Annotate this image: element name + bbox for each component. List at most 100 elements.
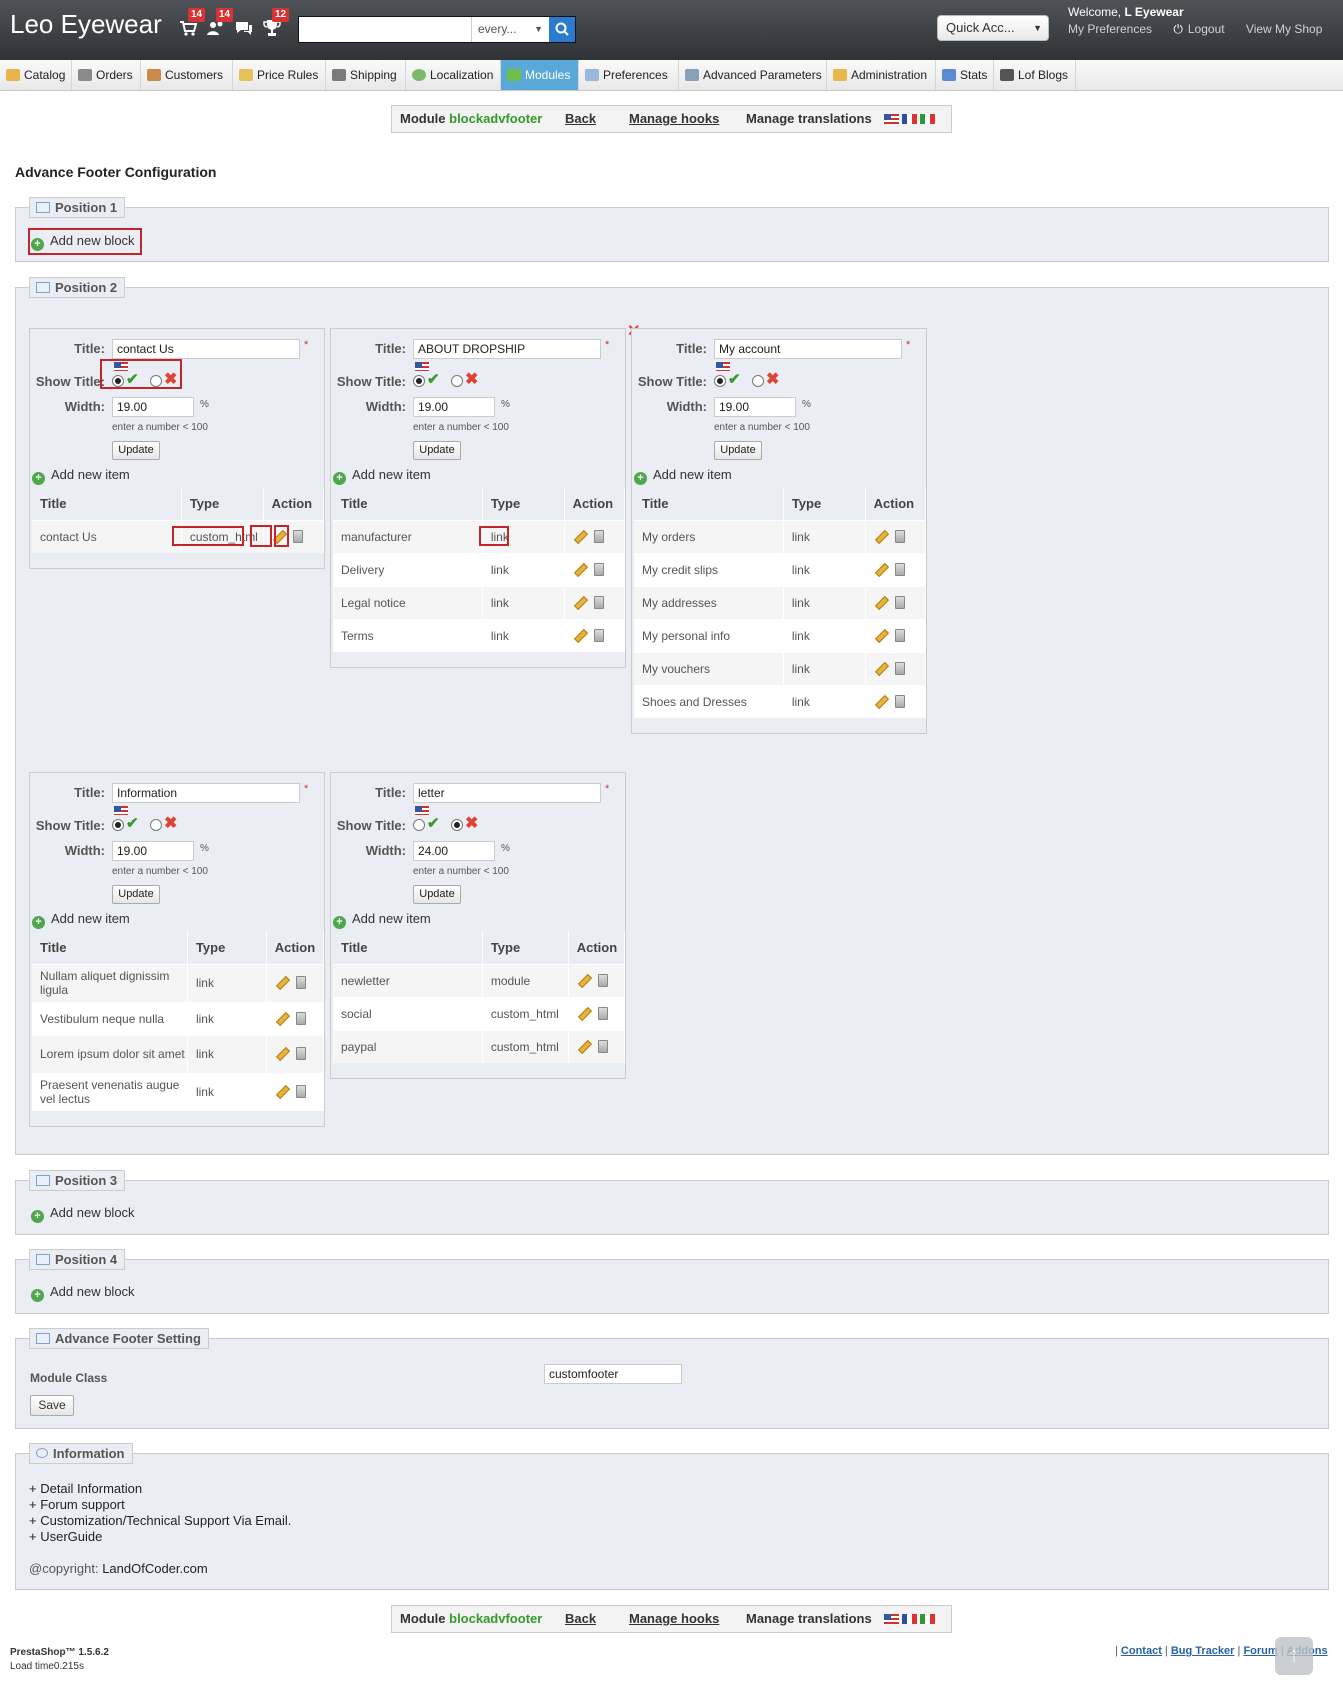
add-item-button[interactable]: + Add new item <box>32 911 130 929</box>
block-title-input[interactable]: contact Us <box>112 339 300 359</box>
trash-icon[interactable] <box>894 595 905 609</box>
edit-icon[interactable] <box>874 530 887 543</box>
forum-link[interactable]: Forum <box>1243 1645 1277 1657</box>
add-item-button[interactable]: + Add new item <box>634 467 732 485</box>
add-item-button[interactable]: + Add new item <box>32 467 130 485</box>
edit-icon[interactable] <box>874 596 887 609</box>
tab-administration[interactable]: Administration <box>827 60 936 90</box>
update-button[interactable]: Update <box>714 441 762 460</box>
block-width-input[interactable]: 19.00 <box>413 397 495 417</box>
edit-icon[interactable] <box>874 695 887 708</box>
add-block-button[interactable]: + Add new block <box>31 1284 135 1302</box>
trophy-notification[interactable]: 12 <box>262 8 290 40</box>
orders-notification[interactable]: 14 <box>178 8 206 40</box>
block-title-input[interactable]: ABOUT DROPSHIP <box>413 339 601 359</box>
block-title-input[interactable]: Information <box>112 783 300 803</box>
tab-orders[interactable]: Orders <box>72 60 141 90</box>
us-flag-icon[interactable] <box>884 114 899 124</box>
my-preferences-link[interactable]: My Preferences <box>1068 22 1152 36</box>
quick-access-select[interactable]: Quick Acc... ▼ <box>937 15 1049 41</box>
update-button[interactable]: Update <box>112 441 160 460</box>
info-userguide-link[interactable]: + UserGuide <box>29 1529 102 1544</box>
edit-icon[interactable] <box>874 662 887 675</box>
add-block-button[interactable]: + Add new block <box>31 1205 135 1223</box>
messages-notification[interactable] <box>234 18 256 40</box>
edit-icon[interactable] <box>275 1012 288 1025</box>
edit-icon[interactable] <box>275 1047 288 1060</box>
search-scope-select[interactable]: every... ▼ <box>471 17 548 42</box>
edit-icon[interactable] <box>874 563 887 576</box>
fr-flag-icon[interactable] <box>902 114 917 124</box>
tab-lof-blogs[interactable]: Lof Blogs <box>994 60 1076 90</box>
it-flag-icon[interactable] <box>920 114 935 124</box>
show-title-yes-radio[interactable] <box>112 819 124 831</box>
manage-hooks-link[interactable]: Manage hooks <box>629 1606 719 1632</box>
tab-advanced-parameters[interactable]: Advanced Parameters <box>679 60 827 90</box>
customers-notification[interactable]: 14 <box>206 8 234 40</box>
trash-icon[interactable] <box>295 1047 306 1060</box>
back-link[interactable]: Back <box>565 106 596 132</box>
tab-catalog[interactable]: Catalog <box>0 60 72 90</box>
contact-link[interactable]: Contact <box>1121 1645 1162 1657</box>
trash-icon[interactable] <box>593 595 604 609</box>
search-input[interactable] <box>299 17 471 42</box>
trash-icon[interactable] <box>292 529 303 543</box>
edit-icon[interactable] <box>577 974 590 987</box>
tab-price-rules[interactable]: Price Rules <box>233 60 326 90</box>
trash-icon[interactable] <box>593 628 604 642</box>
trash-icon[interactable] <box>894 628 905 642</box>
edit-icon[interactable] <box>573 629 586 642</box>
view-shop-link[interactable]: View My Shop <box>1246 22 1322 36</box>
edit-icon[interactable] <box>275 976 288 989</box>
info-support-link[interactable]: + Customization/Technical Support Via Em… <box>29 1513 291 1528</box>
manage-hooks-link[interactable]: Manage hooks <box>629 106 719 132</box>
edit-icon[interactable] <box>573 563 586 576</box>
trash-icon[interactable] <box>894 562 905 576</box>
bug-tracker-link[interactable]: Bug Tracker <box>1171 1645 1235 1657</box>
tab-shipping[interactable]: Shipping <box>326 60 406 90</box>
info-detail-link[interactable]: + Detail Information <box>29 1481 142 1496</box>
show-title-yes-radio[interactable] <box>413 819 425 831</box>
trash-icon[interactable] <box>295 976 306 989</box>
trash-icon[interactable] <box>894 661 905 675</box>
tab-modules[interactable]: Modules <box>501 60 579 90</box>
trash-icon[interactable] <box>894 529 905 543</box>
back-link[interactable]: Back <box>565 1606 596 1632</box>
search-button[interactable] <box>549 17 575 42</box>
block-title-input[interactable]: letter <box>413 783 601 803</box>
update-button[interactable]: Update <box>112 885 160 904</box>
trash-icon[interactable] <box>593 529 604 543</box>
edit-icon[interactable] <box>275 1085 288 1098</box>
it-flag-icon[interactable] <box>920 1614 935 1624</box>
block-width-input[interactable]: 24.00 <box>413 841 495 861</box>
trash-icon[interactable] <box>593 562 604 576</box>
block-width-input[interactable]: 19.00 <box>112 397 194 417</box>
logout-link[interactable]: ⏻ Logout <box>1173 22 1224 36</box>
tab-stats[interactable]: Stats <box>936 60 994 90</box>
trash-icon[interactable] <box>295 1085 306 1099</box>
trash-icon[interactable] <box>295 1011 306 1025</box>
fr-flag-icon[interactable] <box>902 1614 917 1624</box>
trash-icon[interactable] <box>597 973 608 987</box>
us-flag-icon[interactable] <box>884 1614 899 1624</box>
show-title-no-radio[interactable] <box>752 375 764 387</box>
show-title-no-radio[interactable] <box>451 375 463 387</box>
edit-icon[interactable] <box>874 629 887 642</box>
show-title-no-radio[interactable] <box>150 819 162 831</box>
show-title-no-radio[interactable] <box>451 819 463 831</box>
trash-icon[interactable] <box>597 1006 608 1020</box>
add-item-button[interactable]: + Add new item <box>333 911 431 929</box>
save-button[interactable]: Save <box>30 1395 74 1416</box>
update-button[interactable]: Update <box>413 441 461 460</box>
edit-icon[interactable] <box>573 530 586 543</box>
tab-preferences[interactable]: Preferences <box>579 60 679 90</box>
show-title-yes-radio[interactable] <box>413 375 425 387</box>
module-class-input[interactable]: customfooter <box>544 1364 682 1384</box>
add-item-button[interactable]: + Add new item <box>333 467 431 485</box>
block-width-input[interactable]: 19.00 <box>714 397 796 417</box>
show-title-yes-radio[interactable] <box>714 375 726 387</box>
tab-customers[interactable]: Customers <box>141 60 233 90</box>
shop-logo[interactable]: Leo Eyewear <box>10 9 162 40</box>
trash-icon[interactable] <box>894 694 905 708</box>
scroll-top-button[interactable]: ↑ <box>1275 1637 1313 1675</box>
